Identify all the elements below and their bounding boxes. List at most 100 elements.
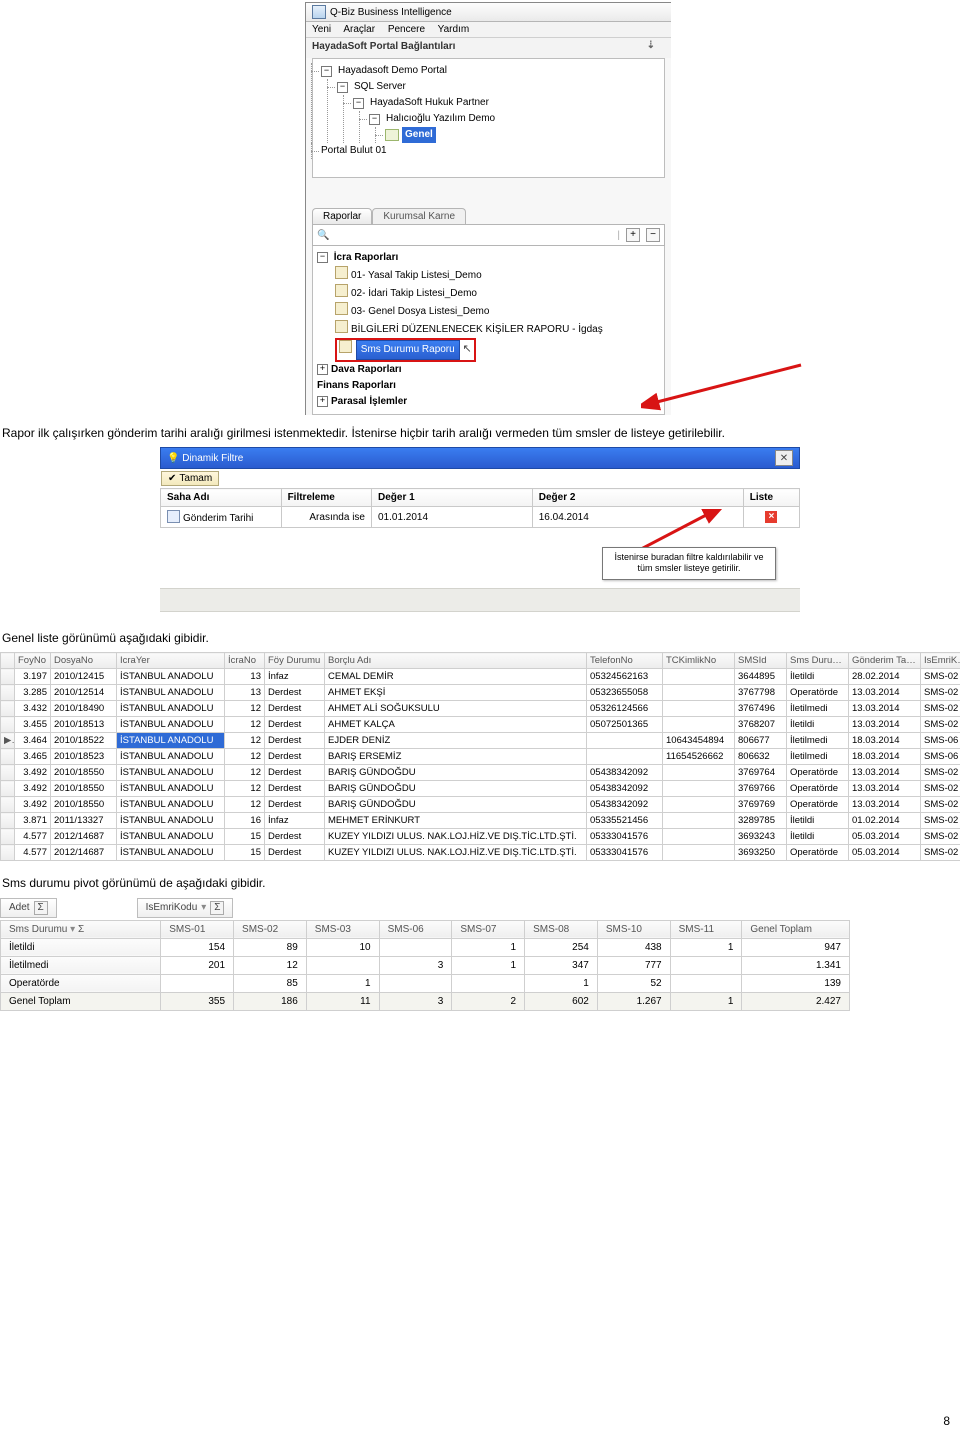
- pivot-row[interactable]: İletildi154891012544381947: [1, 938, 850, 956]
- table-row[interactable]: 3.8712011/13327İSTANBUL ANADOLU16İnfazME…: [1, 813, 960, 829]
- grid-cell: 4.577: [15, 845, 51, 861]
- table-row[interactable]: 3.4922010/18550İSTANBUL ANADOLU12Derdest…: [1, 765, 960, 781]
- collapse-icon[interactable]: −: [317, 252, 328, 263]
- sheet-icon: [385, 129, 399, 141]
- table-row[interactable]: 3.1972010/12415İSTANBUL ANADOLU13İnfazCE…: [1, 669, 960, 685]
- report-group[interactable]: Parasal İşlemler: [331, 396, 407, 407]
- pivot-col[interactable]: SMS-11: [670, 920, 742, 938]
- grid-col[interactable]: IcraYer: [117, 653, 225, 669]
- grid-col[interactable]: TCKimlikNo: [663, 653, 735, 669]
- annotation-arrow-icon: [641, 359, 811, 419]
- expand-icon[interactable]: +: [317, 396, 328, 407]
- grid-cell: 05324562163: [587, 669, 663, 685]
- grid-col[interactable]: DosyaNo: [51, 653, 117, 669]
- report-item-selected[interactable]: Sms Durumu Raporu: [356, 340, 460, 360]
- grid-col[interactable]: Borçlu Adı: [325, 653, 587, 669]
- menu-araclar[interactable]: Araçlar: [343, 24, 375, 35]
- tree-node[interactable]: Hayadasoft Demo Portal: [338, 63, 447, 79]
- report-item[interactable]: 02- İdari Takip Listesi_Demo: [351, 288, 477, 299]
- pivot-field-adet[interactable]: Adet Σ: [0, 898, 57, 918]
- expand-all-button[interactable]: +: [626, 228, 640, 242]
- tree-node[interactable]: HayadaSoft Hukuk Partner: [370, 95, 489, 111]
- filter-col: Filtreleme: [281, 489, 371, 507]
- tree-node[interactable]: Portal Bulut 01: [321, 143, 387, 159]
- report-item[interactable]: 03- Genel Dosya Listesi_Demo: [351, 306, 489, 317]
- report-group[interactable]: Finans Raporları: [317, 380, 396, 391]
- pin-icon[interactable]: ⇣: [647, 40, 655, 51]
- grid-col[interactable]: TelefonNo: [587, 653, 663, 669]
- remove-filter-icon[interactable]: ×: [765, 511, 777, 523]
- pivot-cell: 154: [161, 938, 234, 956]
- table-row[interactable]: ▶3.4642010/18522İSTANBUL ANADOLU12Derdes…: [1, 733, 960, 749]
- grid-cell: Operatörde: [787, 765, 849, 781]
- collapse-icon[interactable]: −: [369, 114, 380, 125]
- pivot-field-isemri[interactable]: IsEmriKodu ▾ Σ: [137, 898, 234, 918]
- collapse-all-button[interactable]: −: [646, 228, 660, 242]
- filter-row[interactable]: Gönderim Tarihi Arasında ise 01.01.2014 …: [161, 507, 800, 528]
- grid-cell: SMS-02: [921, 797, 960, 813]
- row-marker: [1, 829, 15, 845]
- filter-value2[interactable]: 16.04.2014: [532, 507, 743, 528]
- grid-col[interactable]: Föy Durumu: [265, 653, 325, 669]
- pivot-col[interactable]: SMS-06: [379, 920, 452, 938]
- menu-pencere[interactable]: Pencere: [388, 24, 425, 35]
- menu-yeni[interactable]: Yeni: [312, 24, 331, 35]
- grid-col[interactable]: SMSId: [735, 653, 787, 669]
- table-row[interactable]: 4.5772012/14687İSTANBUL ANADOLU15Derdest…: [1, 845, 960, 861]
- pivot-row-label: Genel Toplam: [1, 992, 161, 1010]
- close-icon[interactable]: ✕: [775, 450, 793, 466]
- table-row[interactable]: 3.4322010/18490İSTANBUL ANADOLU12Derdest…: [1, 701, 960, 717]
- pivot-col[interactable]: Genel Toplam: [742, 920, 850, 938]
- table-row[interactable]: 3.4922010/18550İSTANBUL ANADOLU12Derdest…: [1, 797, 960, 813]
- collapse-icon[interactable]: −: [321, 66, 332, 77]
- pivot-row[interactable]: İletilmedi20112313477771.341: [1, 956, 850, 974]
- report-group[interactable]: Dava Raporları: [331, 364, 402, 375]
- grid-cell: İSTANBUL ANADOLU: [117, 781, 225, 797]
- grid-col[interactable]: İcraNo: [225, 653, 265, 669]
- filter-col: Değer 1: [371, 489, 532, 507]
- grid-cell: BARIŞ GÜNDOĞDU: [325, 797, 587, 813]
- tab-kurumsal-karne[interactable]: Kurumsal Karne: [372, 208, 466, 224]
- table-row[interactable]: 3.4922010/18550İSTANBUL ANADOLU12Derdest…: [1, 781, 960, 797]
- pivot-col[interactable]: SMS-03: [306, 920, 379, 938]
- report-group[interactable]: İcra Raporları: [334, 252, 398, 263]
- grid-col[interactable]: Sms Durumu: [787, 653, 849, 669]
- tab-raporlar[interactable]: Raporlar: [312, 208, 372, 224]
- table-row[interactable]: 3.4552010/18513İSTANBUL ANADOLU12Derdest…: [1, 717, 960, 733]
- pivot-col[interactable]: SMS-10: [597, 920, 670, 938]
- menu-yardim[interactable]: Yardım: [438, 24, 470, 35]
- pivot-cell: 1: [525, 974, 598, 992]
- search-input[interactable]: [335, 227, 611, 243]
- grid-col[interactable]: IsEmriKodu: [921, 653, 960, 669]
- tree-node[interactable]: Halıcıoğlu Yazılım Demo: [386, 111, 495, 127]
- tree-leaf-selected[interactable]: Genel: [402, 127, 436, 143]
- filter-op[interactable]: Arasında ise: [281, 507, 371, 528]
- grid-col[interactable]: FoyNo: [15, 653, 51, 669]
- pivot-col[interactable]: SMS-07: [452, 920, 525, 938]
- table-row[interactable]: 3.4652010/18523İSTANBUL ANADOLU12Derdest…: [1, 749, 960, 765]
- pivot-col[interactable]: SMS-08: [525, 920, 598, 938]
- expand-icon[interactable]: +: [317, 364, 328, 375]
- pivot-row-field[interactable]: Sms Durumu ▾ Σ: [1, 920, 161, 938]
- tree-node[interactable]: SQL Server: [354, 79, 406, 95]
- grid-cell: 15: [225, 845, 265, 861]
- grid-col[interactable]: Gönderim Tarihi: [849, 653, 921, 669]
- grid-cell: 13.03.2014: [849, 765, 921, 781]
- filter-value1[interactable]: 01.01.2014: [371, 507, 532, 528]
- pivot-cell: 139: [742, 974, 850, 992]
- grid-cell: SMS-02: [921, 845, 960, 861]
- grid-cell: 3.871: [15, 813, 51, 829]
- pivot-row[interactable]: Operatörde851152139: [1, 974, 850, 992]
- table-row[interactable]: 3.2852010/12514İSTANBUL ANADOLU13Derdest…: [1, 685, 960, 701]
- pivot-col[interactable]: SMS-01: [161, 920, 234, 938]
- pivot-row[interactable]: Genel Toplam35518611326021.26712.427: [1, 992, 850, 1010]
- document-icon: [335, 320, 348, 333]
- table-row[interactable]: 4.5772012/14687İSTANBUL ANADOLU15Derdest…: [1, 829, 960, 845]
- collapse-icon[interactable]: −: [353, 98, 364, 109]
- report-item[interactable]: BİLGİLERİ DÜZENLENECEK KİŞİLER RAPORU - …: [351, 324, 603, 335]
- report-item[interactable]: 01- Yasal Takip Listesi_Demo: [351, 270, 482, 281]
- collapse-icon[interactable]: −: [337, 82, 348, 93]
- app-window: Q-Biz Business Intelligence Yeni Araçlar…: [305, 2, 671, 415]
- pivot-col[interactable]: SMS-02: [234, 920, 307, 938]
- ok-button[interactable]: ✔ Tamam: [161, 471, 219, 486]
